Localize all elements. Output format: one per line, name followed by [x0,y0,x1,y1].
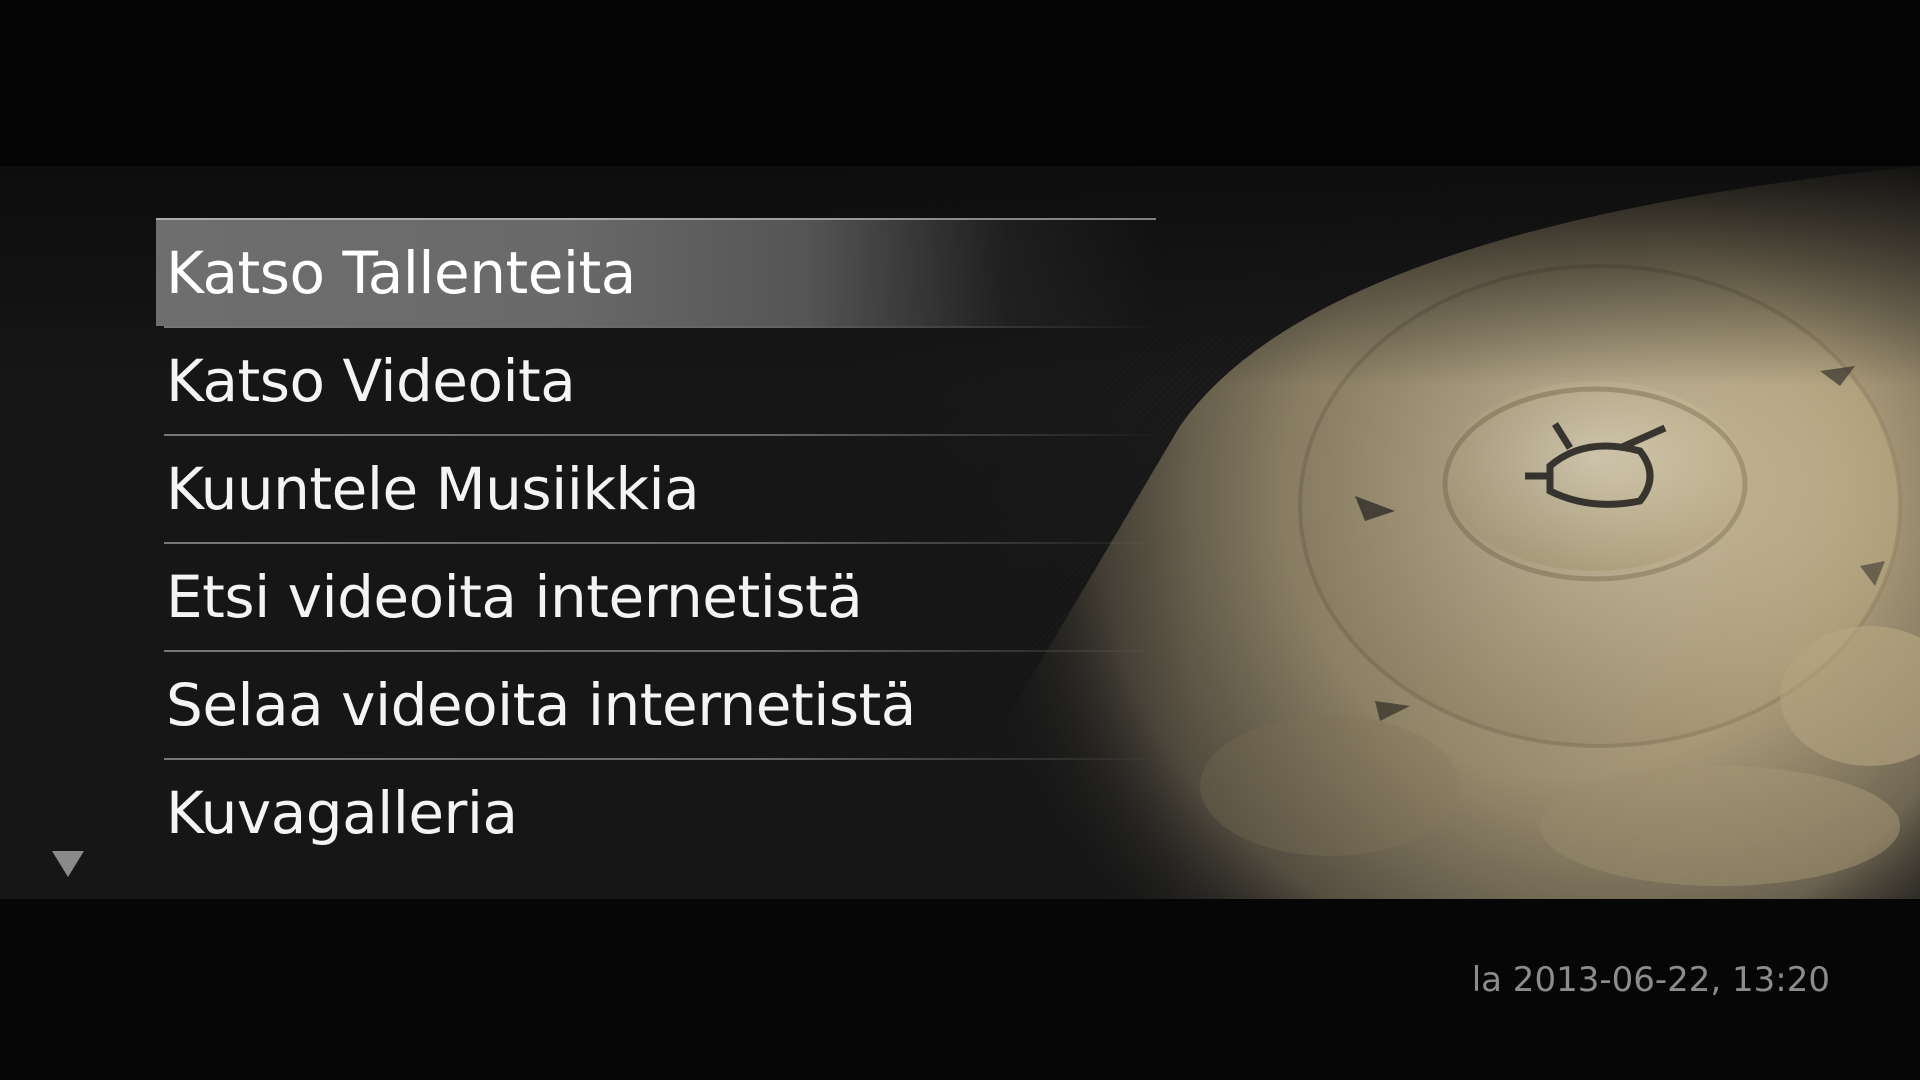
menu-item-label: Kuvagalleria [166,779,518,847]
menu-item-label: Katso Tallenteita [166,239,636,307]
menu-item-etsi-videoita[interactable]: Etsi videoita internetistä [156,544,1164,652]
menu-item-label: Katso Videoita [166,347,576,415]
menu-item-label: Etsi videoita internetistä [166,563,863,631]
menu-band: Katso Tallenteita Katso Videoita Kuuntel… [0,166,1920,899]
menu-item-label: Selaa videoita internetistä [166,671,916,739]
menu-item-katso-videoita[interactable]: Katso Videoita [156,328,1164,436]
triangle-down-icon[interactable] [52,851,84,877]
main-menu: Katso Tallenteita Katso Videoita Kuuntel… [156,218,1164,868]
menu-item-label: Kuuntele Musiikkia [166,455,700,523]
menu-item-katso-tallenteita[interactable]: Katso Tallenteita [156,218,1164,328]
top-bar [0,0,1920,166]
menu-item-kuvagalleria[interactable]: Kuvagalleria [156,760,1156,866]
menu-item-kuuntele-musiikkia[interactable]: Kuuntele Musiikkia [156,436,1164,544]
datetime-label: la 2013-06-22, 13:20 [1471,960,1830,1000]
media-center-screen: Katso Tallenteita Katso Videoita Kuuntel… [0,0,1920,1080]
menu-item-selaa-videoita[interactable]: Selaa videoita internetistä [156,652,1164,760]
